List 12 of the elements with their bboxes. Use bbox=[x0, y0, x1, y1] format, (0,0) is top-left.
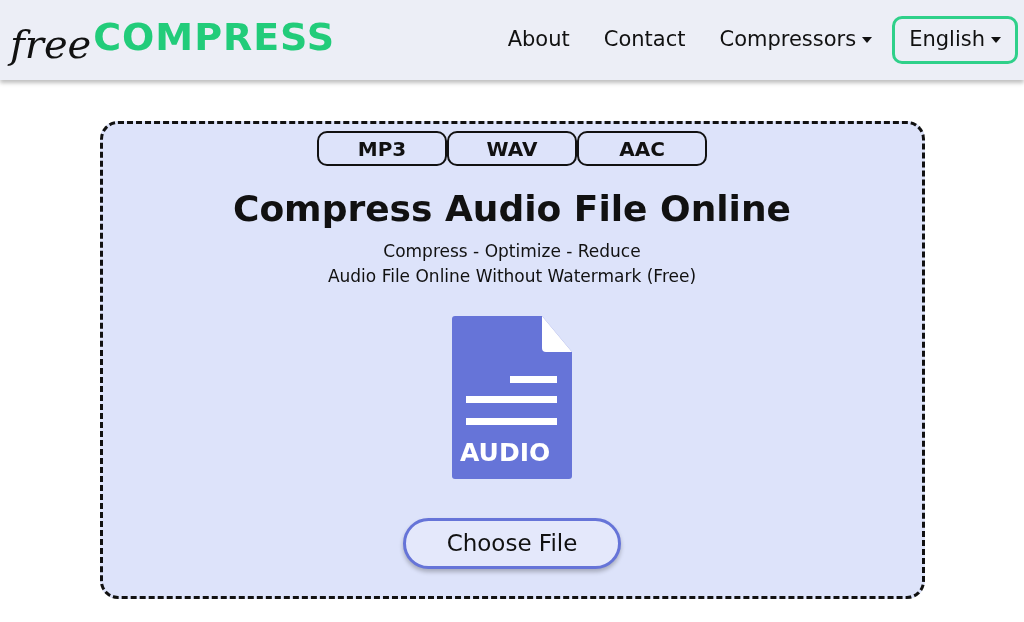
page-title: Compress Audio File Online bbox=[232, 187, 791, 231]
nav-dropdown[interactable]: Compressors bbox=[719, 24, 873, 56]
subtitle-line: Compress - Optimize - Reduce bbox=[383, 240, 641, 263]
nav-link[interactable]: About bbox=[507, 24, 570, 56]
file-type-label: AUDIO bbox=[460, 440, 551, 465]
format-tab[interactable]: AAC bbox=[577, 131, 707, 166]
choose-file-button[interactable]: Choose File bbox=[403, 518, 621, 569]
language-dropdown[interactable]: English bbox=[892, 16, 1018, 64]
format-tab[interactable]: MP3 bbox=[317, 131, 447, 166]
nav-link[interactable]: Contact bbox=[603, 24, 686, 56]
format-tab[interactable]: WAV bbox=[447, 131, 577, 166]
subtitle-line: Audio File Online Without Watermark (Free) bbox=[327, 265, 697, 288]
